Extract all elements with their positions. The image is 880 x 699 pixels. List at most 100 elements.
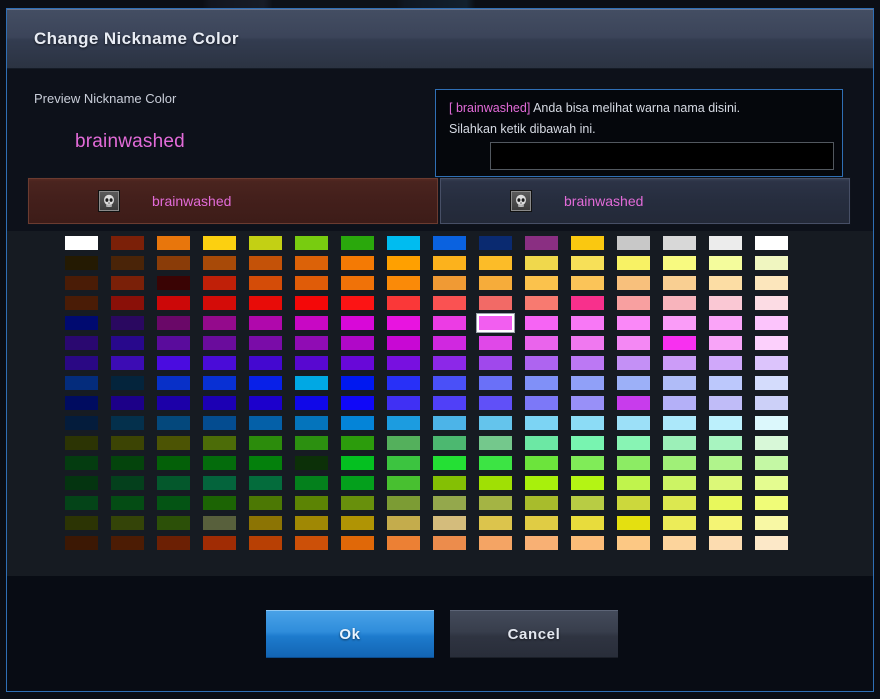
preview-button-dark-red[interactable]: brainwashed: [27, 177, 439, 225]
color-swatch[interactable]: [755, 316, 788, 330]
color-swatch[interactable]: [111, 456, 144, 470]
color-swatch[interactable]: [663, 236, 696, 250]
color-swatch[interactable]: [663, 356, 696, 370]
color-swatch[interactable]: [111, 296, 144, 310]
color-swatch[interactable]: [663, 516, 696, 530]
color-swatch[interactable]: [571, 496, 604, 510]
color-swatch[interactable]: [111, 256, 144, 270]
color-swatch[interactable]: [571, 536, 604, 550]
color-swatch[interactable]: [295, 336, 328, 350]
color-swatch[interactable]: [387, 376, 420, 390]
color-swatch[interactable]: [157, 336, 190, 350]
color-swatch[interactable]: [525, 236, 558, 250]
color-swatch[interactable]: [755, 516, 788, 530]
color-swatch[interactable]: [203, 256, 236, 270]
color-swatch[interactable]: [341, 416, 374, 430]
color-swatch[interactable]: [571, 236, 604, 250]
color-swatch[interactable]: [709, 316, 742, 330]
color-swatch[interactable]: [571, 316, 604, 330]
color-swatch[interactable]: [617, 536, 650, 550]
color-swatch[interactable]: [479, 516, 512, 530]
color-swatch[interactable]: [249, 296, 282, 310]
color-swatch[interactable]: [341, 536, 374, 550]
color-swatch[interactable]: [249, 516, 282, 530]
color-swatch[interactable]: [387, 536, 420, 550]
color-swatch[interactable]: [617, 396, 650, 410]
nickname-input[interactable]: [490, 142, 834, 170]
color-swatch[interactable]: [755, 476, 788, 490]
color-swatch[interactable]: [755, 276, 788, 290]
color-swatch[interactable]: [65, 536, 98, 550]
color-swatch[interactable]: [617, 456, 650, 470]
color-swatch[interactable]: [433, 516, 466, 530]
color-swatch[interactable]: [755, 456, 788, 470]
color-swatch[interactable]: [433, 376, 466, 390]
color-swatch[interactable]: [617, 516, 650, 530]
color-swatch[interactable]: [755, 356, 788, 370]
color-swatch[interactable]: [571, 276, 604, 290]
color-swatch[interactable]: [203, 236, 236, 250]
color-swatch[interactable]: [249, 316, 282, 330]
color-swatch[interactable]: [479, 416, 512, 430]
color-swatch[interactable]: [341, 356, 374, 370]
color-swatch[interactable]: [479, 356, 512, 370]
color-swatch[interactable]: [433, 356, 466, 370]
color-swatch[interactable]: [479, 536, 512, 550]
color-swatch[interactable]: [249, 356, 282, 370]
color-swatch[interactable]: [65, 476, 98, 490]
color-swatch[interactable]: [295, 416, 328, 430]
color-swatch[interactable]: [571, 376, 604, 390]
color-swatch[interactable]: [65, 296, 98, 310]
color-swatch[interactable]: [387, 236, 420, 250]
color-swatch[interactable]: [387, 336, 420, 350]
color-swatch[interactable]: [525, 256, 558, 270]
color-swatch[interactable]: [157, 536, 190, 550]
color-swatch[interactable]: [157, 516, 190, 530]
cancel-button[interactable]: Cancel: [450, 610, 618, 658]
color-swatch[interactable]: [249, 256, 282, 270]
color-swatch[interactable]: [525, 356, 558, 370]
color-swatch[interactable]: [617, 496, 650, 510]
color-swatch[interactable]: [341, 236, 374, 250]
color-swatch[interactable]: [157, 356, 190, 370]
color-swatch[interactable]: [617, 436, 650, 450]
color-swatch[interactable]: [663, 436, 696, 450]
color-swatch[interactable]: [65, 336, 98, 350]
color-swatch[interactable]: [755, 536, 788, 550]
color-swatch[interactable]: [111, 376, 144, 390]
color-swatch[interactable]: [663, 276, 696, 290]
color-swatch[interactable]: [709, 236, 742, 250]
color-swatch[interactable]: [525, 516, 558, 530]
color-swatch[interactable]: [479, 476, 512, 490]
color-swatch[interactable]: [755, 416, 788, 430]
color-swatch[interactable]: [387, 316, 420, 330]
color-swatch[interactable]: [341, 256, 374, 270]
color-swatch[interactable]: [709, 356, 742, 370]
color-swatch[interactable]: [433, 496, 466, 510]
color-swatch[interactable]: [525, 316, 558, 330]
color-swatch[interactable]: [709, 336, 742, 350]
color-swatch[interactable]: [157, 256, 190, 270]
color-swatch[interactable]: [295, 356, 328, 370]
color-swatch[interactable]: [433, 536, 466, 550]
color-swatch[interactable]: [387, 516, 420, 530]
color-swatch[interactable]: [111, 336, 144, 350]
color-swatch[interactable]: [203, 516, 236, 530]
color-swatch[interactable]: [295, 436, 328, 450]
color-swatch[interactable]: [249, 476, 282, 490]
color-swatch[interactable]: [571, 456, 604, 470]
color-swatch[interactable]: [111, 396, 144, 410]
color-swatch[interactable]: [111, 276, 144, 290]
color-swatch[interactable]: [525, 296, 558, 310]
ok-button[interactable]: Ok: [266, 610, 434, 658]
color-swatch[interactable]: [525, 396, 558, 410]
color-swatch[interactable]: [295, 236, 328, 250]
color-swatch[interactable]: [341, 316, 374, 330]
color-swatch[interactable]: [157, 316, 190, 330]
color-swatch[interactable]: [571, 356, 604, 370]
color-swatch[interactable]: [157, 416, 190, 430]
color-swatch[interactable]: [663, 296, 696, 310]
color-swatch[interactable]: [341, 276, 374, 290]
color-swatch[interactable]: [341, 336, 374, 350]
color-swatch[interactable]: [663, 256, 696, 270]
